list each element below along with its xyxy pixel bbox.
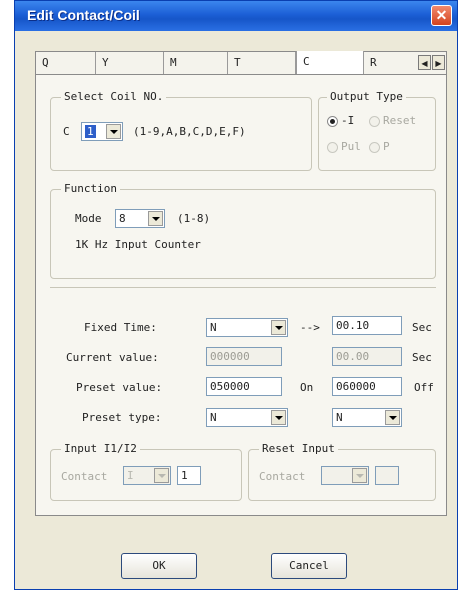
off-label: Off bbox=[414, 381, 434, 394]
output-type-option-reset: Reset bbox=[383, 114, 417, 127]
fixed-time-value: N bbox=[210, 321, 217, 334]
chevron-down-icon[interactable] bbox=[352, 468, 367, 483]
cancel-button[interactable]: Cancel bbox=[271, 553, 347, 579]
input-i1-i2-legend: Input I1/I2 bbox=[61, 442, 140, 455]
window-title: Edit Contact/Coil bbox=[27, 7, 140, 23]
tab-strip: Q Y M T C R ◀ ▶ bbox=[35, 51, 447, 75]
preset-on-value-input[interactable]: 050000 bbox=[206, 377, 282, 396]
input-contact-select-value: I bbox=[127, 469, 134, 482]
tab-m[interactable]: M bbox=[164, 52, 228, 74]
output-type-option-pul: Pul bbox=[341, 140, 361, 153]
chevron-down-icon[interactable] bbox=[385, 410, 400, 425]
tab-c[interactable]: C bbox=[296, 51, 364, 75]
chevron-down-icon[interactable] bbox=[271, 410, 286, 425]
ok-button[interactable]: OK bbox=[121, 553, 197, 579]
function-group: Function Mode 8 (1-8) 1K Hz Input Counte… bbox=[50, 182, 436, 279]
output-type-group: Output Type -I Reset Pul P bbox=[318, 90, 436, 171]
reset-contact-label: Contact bbox=[259, 470, 306, 483]
chevron-down-icon[interactable] bbox=[154, 468, 169, 483]
reset-input-group: Reset Input Contact bbox=[248, 442, 436, 501]
tab-scroll-right-icon[interactable]: ▶ bbox=[432, 55, 445, 70]
title-bar[interactable]: Edit Contact/Coil ✕ bbox=[15, 1, 457, 31]
reset-input-legend: Reset Input bbox=[259, 442, 338, 455]
input-i1-i2-group: Input I1/I2 Contact I 1 bbox=[50, 442, 242, 501]
reset-contact-select[interactable] bbox=[321, 466, 369, 485]
tab-t[interactable]: T bbox=[228, 52, 296, 74]
preset-type-label: Preset type: bbox=[82, 411, 162, 424]
fixed-time-label: Fixed Time: bbox=[84, 321, 157, 334]
output-type-radio-p[interactable] bbox=[369, 142, 380, 153]
fixed-time-select[interactable]: N bbox=[206, 318, 288, 337]
output-type-option-i: -I bbox=[341, 114, 355, 127]
chevron-down-icon[interactable] bbox=[271, 320, 286, 335]
current-value-label: Current value: bbox=[66, 351, 159, 364]
output-type-option-p: P bbox=[383, 140, 390, 153]
input-contact-select[interactable]: I bbox=[123, 466, 171, 485]
preset-type-select-2[interactable]: N bbox=[332, 408, 402, 427]
on-label: On bbox=[300, 381, 314, 394]
tab-r[interactable]: R bbox=[364, 52, 418, 74]
sec-unit-label: Sec bbox=[412, 321, 432, 334]
tab-scroll-left-icon[interactable]: ◀ bbox=[418, 55, 431, 70]
section-divider bbox=[50, 287, 436, 288]
close-button[interactable]: ✕ bbox=[431, 5, 452, 26]
mode-select[interactable]: 8 bbox=[115, 209, 165, 228]
mode-range-label: (1-8) bbox=[177, 212, 211, 225]
tab-panel-c: Select Coil NO. C 1 (1-9,A,B,C,D,E,F) Ou… bbox=[35, 74, 447, 516]
chevron-down-icon[interactable] bbox=[148, 211, 163, 226]
preset-type-value: N bbox=[210, 411, 217, 424]
preset-value-label: Preset value: bbox=[76, 381, 163, 394]
output-type-radio-i[interactable] bbox=[327, 116, 338, 127]
current-time-field: 00.00 bbox=[332, 347, 402, 366]
coil-range-label: (1-9,A,B,C,D,E,F) bbox=[133, 125, 246, 138]
coil-prefix-label: C bbox=[63, 125, 70, 138]
function-legend: Function bbox=[61, 182, 120, 195]
tab-y[interactable]: Y bbox=[96, 52, 164, 74]
mode-description: 1K Hz Input Counter bbox=[75, 238, 201, 251]
coil-number-select[interactable]: 1 bbox=[81, 122, 123, 141]
fixed-time-target-input[interactable]: 00.10 bbox=[332, 316, 402, 335]
input-contact-number[interactable]: 1 bbox=[177, 466, 201, 485]
coil-number-value: 1 bbox=[85, 125, 96, 138]
mode-value: 8 bbox=[119, 212, 126, 225]
input-contact-label: Contact bbox=[61, 470, 108, 483]
current-value-field: 000000 bbox=[206, 347, 282, 366]
arrow-text: --> bbox=[300, 321, 320, 334]
edit-contact-coil-dialog: Edit Contact/Coil ✕ Q Y M T C R ◀ ▶ Sele… bbox=[14, 0, 458, 590]
preset-type-select[interactable]: N bbox=[206, 408, 288, 427]
tab-q[interactable]: Q bbox=[36, 52, 96, 74]
sec-unit-label-2: Sec bbox=[412, 351, 432, 364]
mode-label: Mode bbox=[75, 212, 102, 225]
chevron-down-icon[interactable] bbox=[106, 124, 121, 139]
output-type-radio-pul[interactable] bbox=[327, 142, 338, 153]
reset-contact-number bbox=[375, 466, 399, 485]
output-type-radio-reset[interactable] bbox=[369, 116, 380, 127]
output-type-legend: Output Type bbox=[327, 90, 406, 103]
preset-off-value-input[interactable]: 060000 bbox=[332, 377, 402, 396]
select-coil-group: Select Coil NO. C 1 (1-9,A,B,C,D,E,F) bbox=[50, 90, 312, 171]
preset-type-value-2: N bbox=[336, 411, 343, 424]
select-coil-legend: Select Coil NO. bbox=[61, 90, 167, 103]
